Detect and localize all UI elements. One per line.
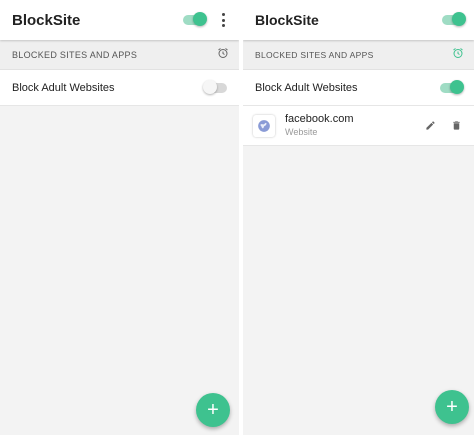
globe-icon: [253, 114, 275, 137]
blocked-site-name: facebook.com: [285, 113, 354, 125]
trash-icon[interactable]: [448, 118, 464, 134]
add-site-button[interactable]: +: [196, 393, 230, 427]
alarm-clock-icon[interactable]: [452, 46, 464, 64]
section-header: BLOCKED SITES AND APPS: [243, 40, 474, 70]
blocked-site-type: Website: [285, 127, 318, 137]
edit-pencil-icon[interactable]: [422, 118, 438, 134]
app-title: BlockSite: [12, 11, 81, 29]
block-adult-row[interactable]: Block Adult Websites: [243, 70, 474, 106]
block-adult-label: Block Adult Websites: [12, 81, 115, 94]
section-label: BLOCKED SITES AND APPS: [12, 49, 138, 60]
master-block-toggle[interactable]: [442, 12, 466, 26]
right-screen: BlockSite BLOCKED SITES AND APPS Block A…: [243, 0, 474, 435]
app-title: BlockSite: [255, 12, 319, 28]
section-header: BLOCKED SITES AND APPS: [0, 40, 239, 70]
add-site-button[interactable]: +: [435, 390, 469, 424]
block-adult-row[interactable]: Block Adult Websites: [0, 70, 239, 106]
section-label: BLOCKED SITES AND APPS: [255, 49, 374, 60]
app-bar: BlockSite: [0, 0, 239, 40]
block-adult-label: Block Adult Websites: [255, 81, 358, 94]
blocked-site-item[interactable]: facebook.com Website: [243, 106, 474, 146]
left-screen: BlockSite BLOCKED SITES AND APPS Block A…: [0, 0, 239, 435]
master-block-toggle[interactable]: [183, 12, 207, 26]
block-adult-toggle[interactable]: [440, 79, 464, 94]
alarm-clock-icon[interactable]: [217, 46, 229, 64]
app-bar: BlockSite: [243, 0, 474, 40]
more-vert-icon[interactable]: [217, 12, 229, 28]
blocked-site-text: facebook.com Website: [285, 113, 412, 138]
block-adult-toggle[interactable]: [203, 79, 227, 94]
